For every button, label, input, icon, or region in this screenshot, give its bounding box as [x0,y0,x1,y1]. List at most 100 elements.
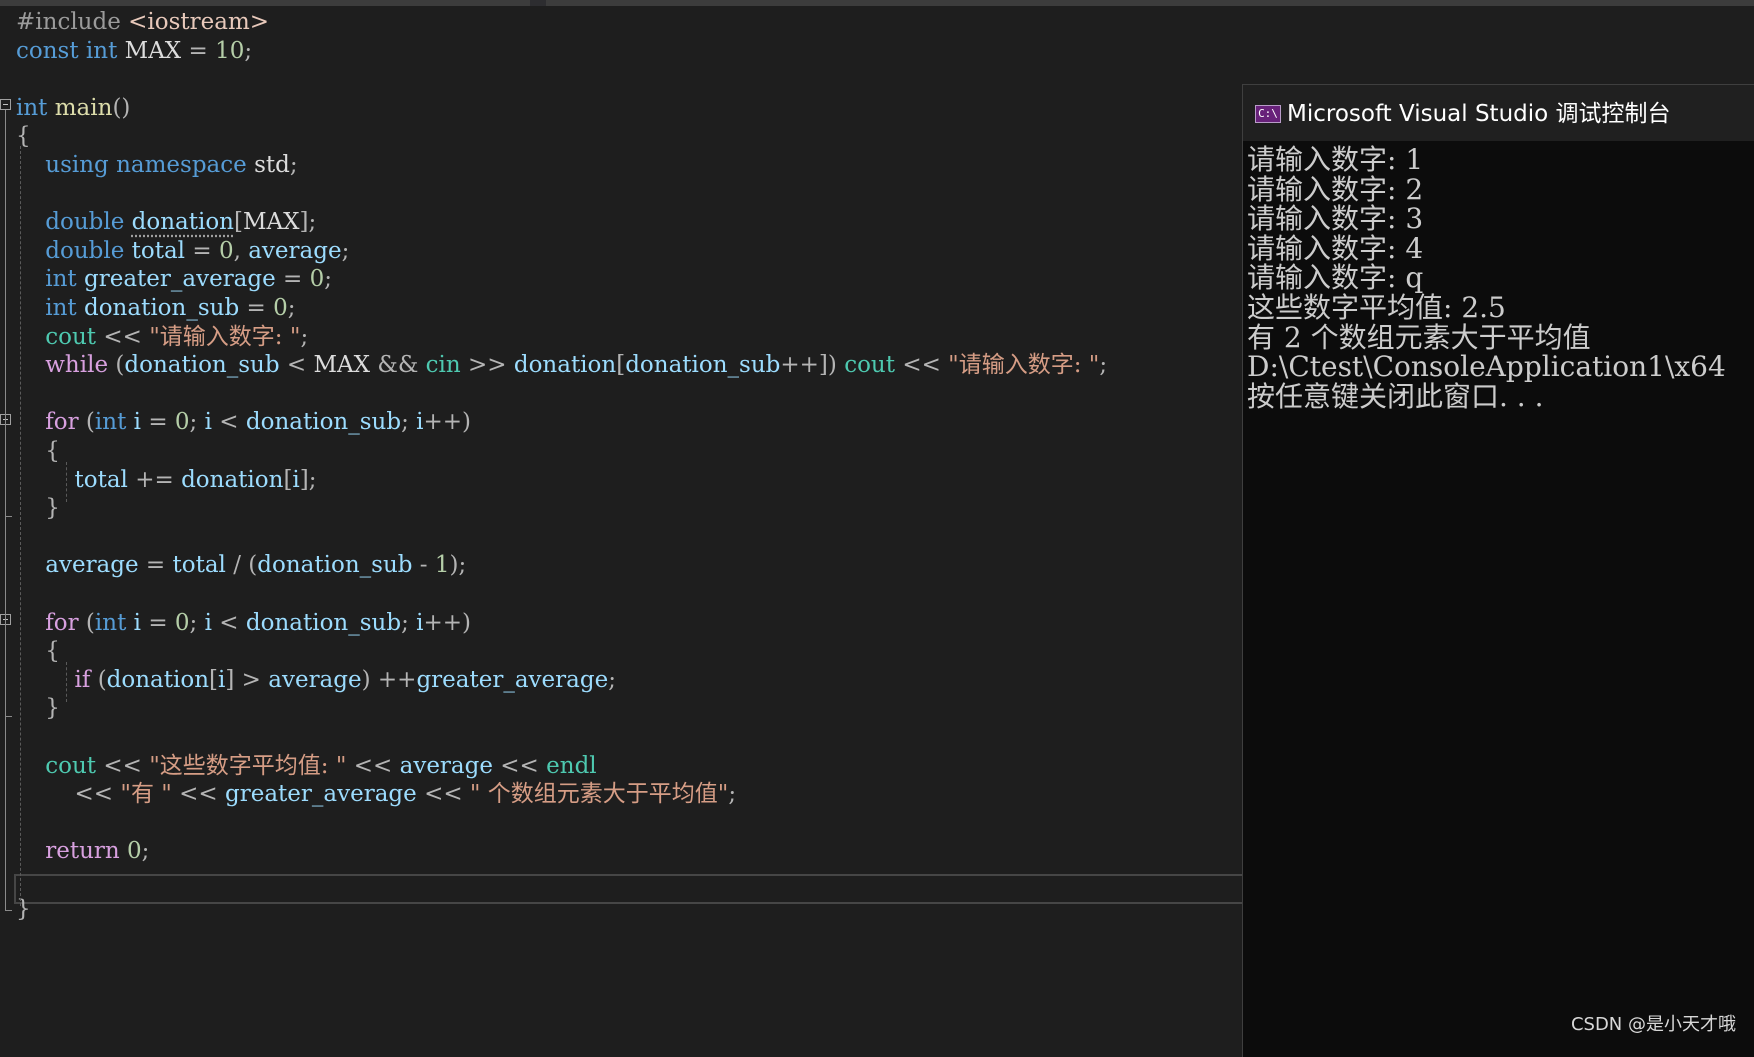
code-token: average [399,752,501,779]
code-line[interactable]: total += donation[i]; [16,464,317,496]
console-output-line: D:\Ctest\ConsoleApplication1\x64 [1247,350,1726,384]
code-token: = [148,609,175,636]
code-token: { [45,638,60,665]
code-token: endl [546,752,597,779]
code-token: { [45,438,60,464]
code-token: " 个数组元素大于平均值" [469,781,729,808]
code-token: / ( [233,552,258,579]
code-line[interactable]: { [16,635,60,667]
console-output: 请输入数字: 1 请输入数字: 2 请输入数字: 3 请输入数字: 4 请输入数字: q… [1243,143,1754,1043]
code-token: donation_sub [245,609,402,636]
console-titlebar[interactable]: C:\ Microsoft Visual Studio 调试控制台 [1243,85,1754,141]
code-token: donation [131,209,234,236]
code-token: const [16,37,86,64]
console-window-title: Microsoft Visual Studio 调试控制台 [1287,101,1671,127]
code-line[interactable]: { [16,120,31,152]
code-editor[interactable]: #include <iostream> const int MAX = 10; in… [0,6,1246,1056]
code-token: total [172,552,234,579]
code-line[interactable]: int main() [16,92,130,124]
code-token: ( [85,609,95,636]
code-token: < [219,609,246,636]
code-token: 0 [273,295,288,321]
code-token: 0 [174,409,190,436]
code-token: ++]) [780,352,845,379]
fold-region-end [5,716,12,717]
code-line[interactable]: { [16,435,60,467]
code-token: #include [16,9,129,35]
code-token: = [192,237,219,264]
code-token: double [45,237,132,264]
code-token: cout [45,752,104,779]
code-line[interactable]: while (donation_sub < MAX && cin >> dona… [16,349,1107,381]
code-token: < [286,352,314,379]
console-output-line: 这些数字平均值: 2.5 [1247,291,1506,324]
indent-guide [20,146,21,906]
code-line[interactable]: average = total / (donation_sub - 1); [16,549,466,581]
code-line[interactable]: cout << "这些数字平均值: " << average << endl [16,750,597,782]
code-line[interactable]: } [16,492,60,524]
code-line[interactable]: double donation[MAX]; [16,206,316,238]
code-token: average [45,552,146,579]
fold-main-toggle[interactable] [0,99,11,110]
code-line[interactable]: << "有 " << greater_average << " 个数组元素大于平… [16,778,737,810]
code-token: int [85,37,125,64]
code-token: "有 " [120,781,180,808]
code-token: average [248,237,342,264]
fold-region-line [5,624,6,716]
code-token: donation_sub [245,409,402,436]
code-line[interactable]: double total = 0, average; [16,235,349,267]
code-token: ; [189,609,205,636]
code-line[interactable]: if (donation[i] > average) ++greater_ave… [16,664,616,696]
code-token: [ [234,209,243,236]
code-token: ++) [423,409,472,436]
code-token: { [16,123,31,150]
code-token: int [16,94,55,121]
code-token: int [94,609,134,636]
code-line[interactable]: int greater_average = 0; [16,263,332,295]
code-token: = [148,409,175,436]
code-line[interactable]: const int MAX = 10; [16,35,252,67]
code-token: << [103,323,150,350]
code-token: "请输入数字: " [149,323,301,350]
code-token: for [45,609,86,636]
code-token: return [45,838,128,865]
code-token: greater_average [83,266,284,293]
code-token: [ [209,666,219,693]
code-token: using [45,152,117,178]
code-line[interactable]: for (int i = 0; i < donation_sub; i++) [16,607,471,639]
code-token: << [74,781,121,808]
code-token: && [377,352,426,379]
code-token: 0 [127,838,142,865]
code-token: total [131,237,193,264]
console-output-line: 请输入数字: 2 [1247,172,1424,206]
code-token: cout [844,352,903,379]
code-line[interactable]: for (int i = 0; i < donation_sub; i++) [16,406,471,438]
code-token: ++) [423,609,472,636]
code-token: = [283,266,310,293]
code-token: << [424,781,470,808]
code-token: "这些数字平均值: " [149,752,354,779]
console-output-line: 按任意键关闭此窗口. . . [1247,379,1544,413]
code-line[interactable]: } [16,893,31,925]
code-token: while [45,352,116,379]
code-token: donation_sub [124,352,287,379]
code-line[interactable]: cout << "请输入数字: "; [16,321,308,353]
code-token: greater_average [225,781,425,808]
code-token: } [45,695,60,722]
code-line[interactable]: } [16,692,60,724]
debug-console-window[interactable]: C:\ Microsoft Visual Studio 调试控制台 请输入数字:… [1242,84,1754,1057]
code-token: cout [45,323,104,350]
fold-region-end [5,516,12,517]
code-token: } [45,495,60,522]
code-line[interactable]: #include <iostream> [16,6,269,38]
code-token: () [112,94,131,121]
code-token: << [103,752,150,779]
code-line[interactable]: using namespace std; [16,149,297,181]
code-token: donation_sub [83,295,247,321]
code-token: i [204,609,220,636]
code-line[interactable]: return 0; [16,835,149,867]
code-token: ]; [299,466,317,493]
code-token: ); [449,552,467,579]
code-token: MAX [242,209,300,236]
code-line[interactable]: int donation_sub = 0; [16,292,295,324]
